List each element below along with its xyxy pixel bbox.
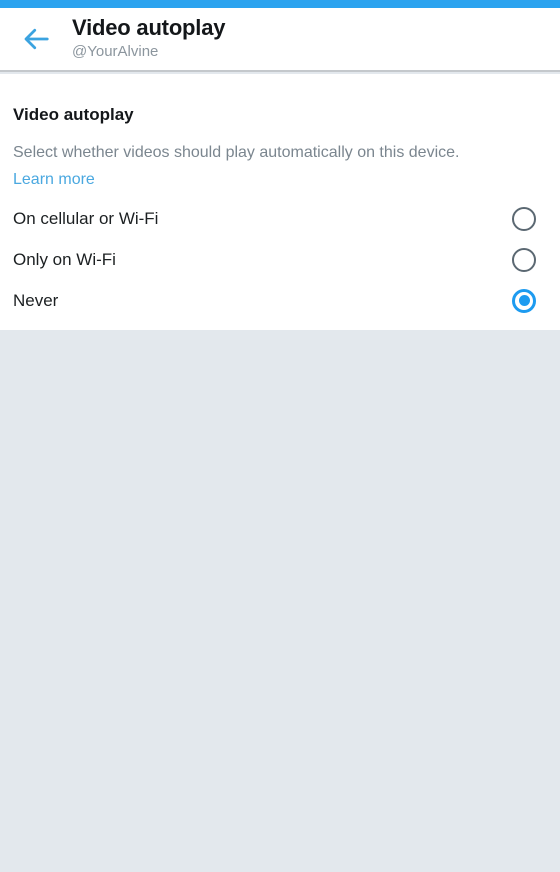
- option-label: Only on Wi-Fi: [13, 249, 116, 269]
- page-background: [0, 330, 560, 872]
- back-button[interactable]: [0, 7, 72, 71]
- account-handle: @YourAlvine: [72, 42, 159, 60]
- option-label: On cellular or Wi-Fi: [13, 208, 159, 228]
- learn-more-link[interactable]: Learn more: [13, 169, 95, 190]
- option-row-on-cellular-or-wifi[interactable]: On cellular or Wi-Fi: [0, 198, 560, 239]
- app-screen: Video autoplay @YourAlvine Video autopla…: [0, 0, 560, 872]
- radio-button-selected[interactable]: [512, 288, 536, 313]
- settings-card: Video autoplay Select whether videos sho…: [0, 74, 560, 330]
- page-title: Video autoplay: [72, 14, 226, 40]
- status-bar: [0, 0, 560, 8]
- header-text-block: Video autoplay @YourAlvine: [72, 15, 225, 64]
- autoplay-options-group: On cellular or Wi-Fi Only on Wi-Fi Never: [0, 198, 560, 321]
- option-row-only-on-wifi[interactable]: Only on Wi-Fi: [0, 239, 560, 280]
- arrow-left-icon: [21, 24, 51, 54]
- option-row-never[interactable]: Never: [0, 280, 560, 321]
- radio-button-unselected[interactable]: [512, 206, 536, 231]
- app-header: Video autoplay @YourAlvine: [0, 8, 560, 72]
- section-description: Select whether videos should play automa…: [13, 144, 460, 161]
- radio-button-unselected[interactable]: [512, 247, 536, 272]
- option-label: Never: [13, 290, 59, 310]
- section-title: Video autoplay: [13, 105, 134, 124]
